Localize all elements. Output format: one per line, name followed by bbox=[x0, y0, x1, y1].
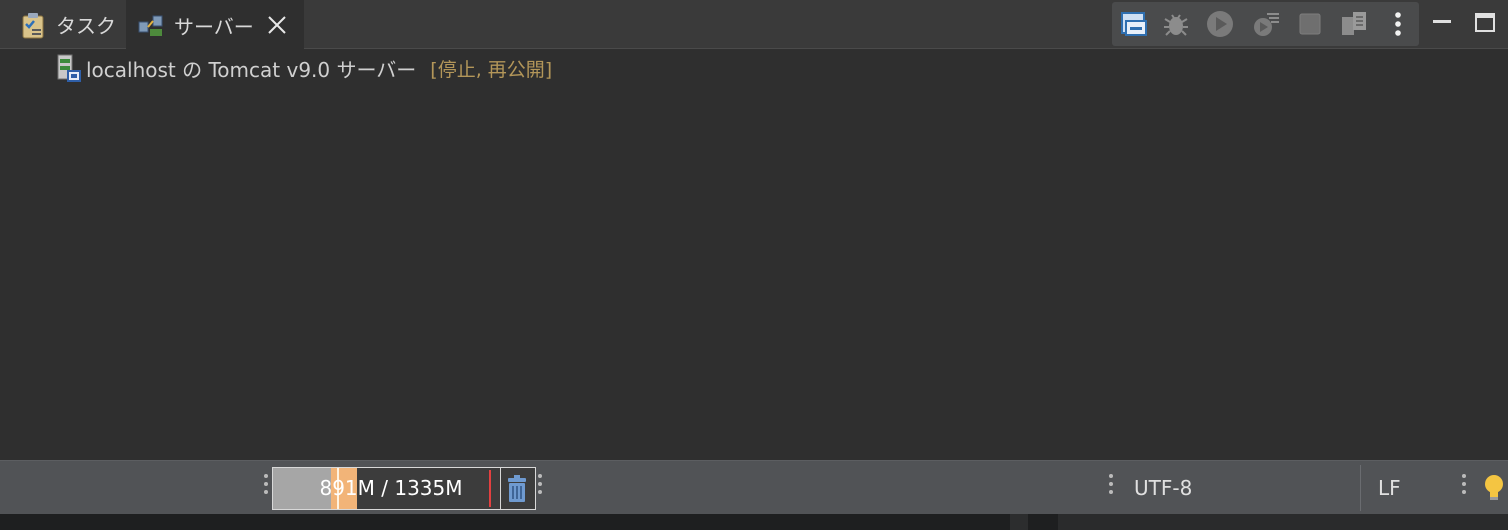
line-delimiter[interactable]: LF bbox=[1378, 461, 1401, 515]
run-gc-button[interactable] bbox=[505, 475, 529, 503]
heap-divider bbox=[500, 468, 501, 509]
window-bottom-edge bbox=[0, 514, 1508, 530]
file-encoding[interactable]: UTF-8 bbox=[1134, 461, 1192, 515]
minimize-icon bbox=[1433, 20, 1451, 23]
status-grip-handle[interactable] bbox=[264, 474, 268, 502]
lightbulb-icon bbox=[1485, 475, 1503, 500]
status-grip-handle-3[interactable] bbox=[1109, 474, 1113, 502]
status-divider bbox=[1360, 465, 1361, 511]
tab-servers[interactable]: サーバー bbox=[126, 0, 304, 50]
more-icon bbox=[1395, 12, 1401, 36]
maximize-icon bbox=[1475, 13, 1495, 32]
server-name: localhost の Tomcat v9.0 サーバー bbox=[86, 57, 417, 82]
profile-icon bbox=[1254, 13, 1279, 36]
start-button[interactable] bbox=[1204, 8, 1236, 40]
collapse-all-button[interactable] bbox=[1118, 8, 1150, 40]
view-tab-bar: タスク サーバー bbox=[0, 0, 1508, 50]
trash-icon bbox=[508, 475, 526, 502]
stop-icon bbox=[1299, 13, 1321, 35]
servers-view: localhost の Tomcat v9.0 サーバー [停止, 再公開] bbox=[8, 50, 1508, 460]
collapse-all-icon bbox=[1121, 12, 1147, 36]
view-menu-button[interactable] bbox=[1382, 8, 1414, 40]
tips-button[interactable] bbox=[1482, 473, 1506, 503]
tab-tasks-label: タスク bbox=[56, 14, 116, 38]
minimize-button[interactable] bbox=[1430, 10, 1456, 36]
heap-status[interactable]: 891M / 1335M bbox=[272, 467, 536, 510]
tab-tasks[interactable]: タスク bbox=[12, 0, 124, 49]
maximize-button[interactable] bbox=[1473, 10, 1499, 36]
profile-button[interactable] bbox=[1250, 8, 1282, 40]
bottom-edge-panel bbox=[1058, 514, 1508, 530]
stop-button[interactable] bbox=[1294, 8, 1326, 40]
start-icon bbox=[1207, 11, 1233, 37]
server-icon bbox=[56, 53, 82, 83]
bottom-edge-segment bbox=[1010, 514, 1028, 530]
tab-servers-label: サーバー bbox=[174, 14, 254, 39]
servers-icon bbox=[136, 10, 166, 40]
close-tab-button[interactable] bbox=[266, 14, 288, 36]
view-toolbar bbox=[1112, 2, 1419, 46]
server-state: [停止, 再公開] bbox=[430, 58, 553, 81]
close-icon bbox=[268, 16, 286, 34]
tasks-icon bbox=[18, 10, 48, 40]
debug-button[interactable] bbox=[1160, 8, 1192, 40]
server-tree-item[interactable]: localhost の Tomcat v9.0 サーバー [停止, 再公開] bbox=[56, 52, 552, 84]
status-grip-handle-4[interactable] bbox=[1462, 474, 1466, 502]
status-grip-handle-2[interactable] bbox=[538, 474, 542, 502]
status-bar: 891M / 1335M UTF-8 LF bbox=[0, 460, 1508, 514]
debug-icon bbox=[1164, 14, 1188, 36]
heap-text: 891M / 1335M bbox=[319, 476, 463, 500]
publish-button[interactable] bbox=[1338, 8, 1370, 40]
publish-icon bbox=[1342, 12, 1366, 35]
